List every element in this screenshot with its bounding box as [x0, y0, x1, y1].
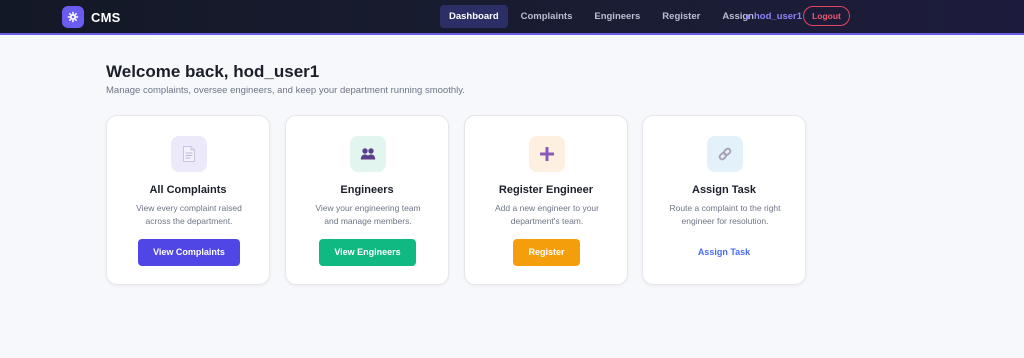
- online-dot-icon: [746, 14, 750, 19]
- card-description-line: across the department.: [145, 216, 233, 226]
- card-description-line: View your engineering team: [315, 203, 421, 213]
- card-title: All Complaints: [149, 184, 227, 196]
- current-user: hod_user1: [746, 11, 802, 22]
- card-title: Engineers: [340, 184, 394, 196]
- plus-icon: [529, 136, 565, 172]
- view-engineers-button[interactable]: View Engineers: [319, 239, 416, 266]
- assign-task-link[interactable]: Assign Task: [643, 247, 805, 257]
- link-icon: [707, 136, 743, 172]
- card-description-line: View every complaint raised: [136, 203, 242, 213]
- card-assign-task: Assign Task Route a complaint to the rig…: [642, 115, 806, 285]
- card-description-line: Route a complaint to the right: [669, 203, 781, 213]
- view-complaints-button[interactable]: View Complaints: [138, 239, 240, 266]
- username-label: hod_user1: [754, 11, 803, 22]
- card-description: View your engineering team and manage me…: [308, 202, 428, 228]
- nav-engineers[interactable]: Engineers: [585, 5, 649, 28]
- page-title: Welcome back, hod_user1: [106, 62, 320, 81]
- card-register-engineer: Register Engineer Add a new engineer to …: [464, 115, 628, 285]
- nav-links: Dashboard Complaints Engineers Register …: [440, 5, 767, 28]
- page-subtitle: Manage complaints, oversee engineers, an…: [106, 85, 465, 96]
- top-navbar: CMS Dashboard Complaints Engineers Regis…: [0, 0, 1024, 35]
- card-description-line: engineer for resolution.: [681, 216, 769, 226]
- nav-dashboard[interactable]: Dashboard: [440, 5, 508, 28]
- card-engineers: Engineers View your engineering team and…: [285, 115, 449, 285]
- card-description-line: department's team.: [510, 216, 584, 226]
- nav-register[interactable]: Register: [653, 5, 709, 28]
- card-description-line: Add a new engineer to your: [495, 203, 599, 213]
- users-icon: [350, 136, 386, 172]
- card-all-complaints: All Complaints View every complaint rais…: [106, 115, 270, 285]
- document-icon: [171, 136, 207, 172]
- card-description-line: and manage members.: [324, 216, 412, 226]
- brand[interactable]: CMS: [62, 6, 121, 28]
- card-title: Register Engineer: [498, 184, 594, 196]
- brand-name: CMS: [91, 9, 121, 25]
- card-description: View every complaint raised across the d…: [129, 202, 249, 228]
- card-description: Add a new engineer to your department's …: [487, 202, 607, 228]
- register-button[interactable]: Register: [513, 239, 580, 266]
- logout-button[interactable]: Logout: [803, 6, 850, 26]
- card-title: Assign Task: [692, 184, 756, 196]
- card-description: Route a complaint to the right engineer …: [665, 202, 785, 228]
- gear-icon: [62, 6, 84, 28]
- nav-complaints[interactable]: Complaints: [512, 5, 582, 28]
